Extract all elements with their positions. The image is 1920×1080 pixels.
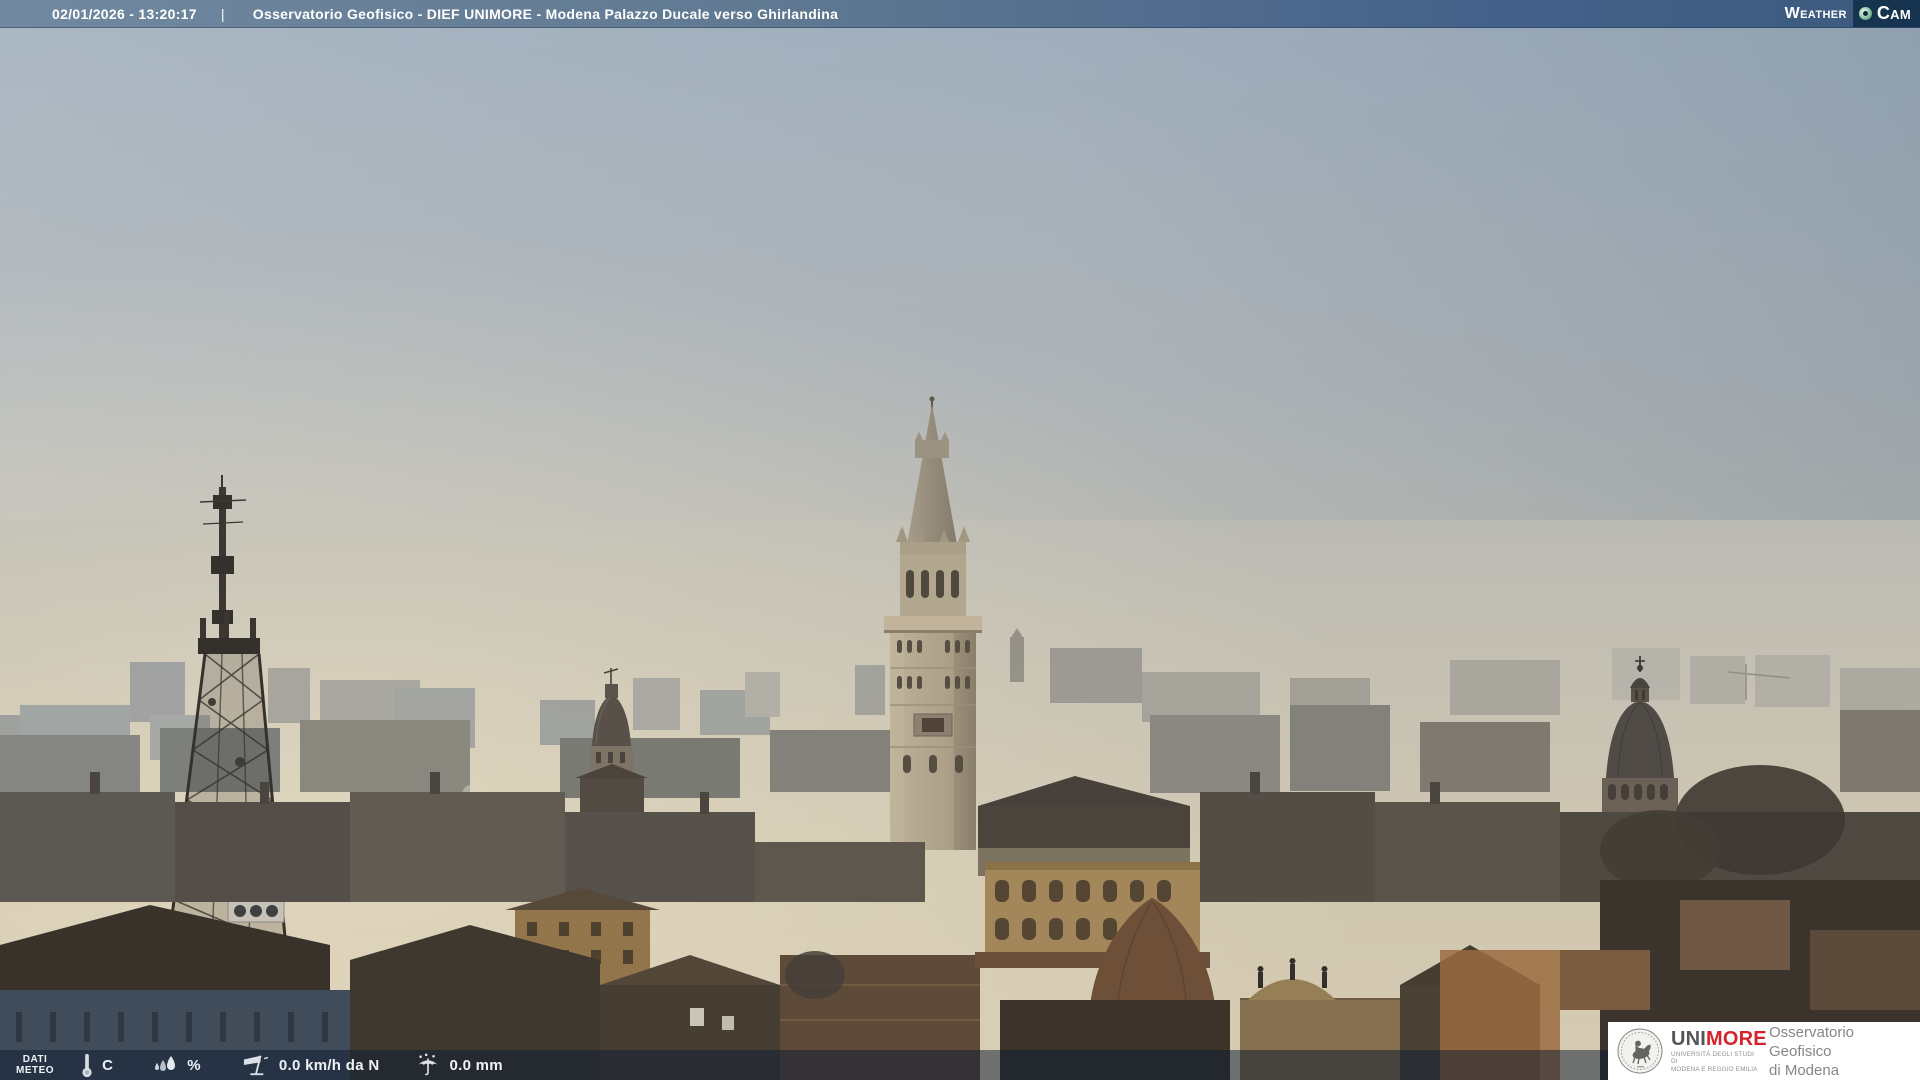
dati-label-line2: METEO	[16, 1064, 55, 1076]
unimore-seal-icon	[1617, 1028, 1663, 1074]
wind-value: 0.0 km/h da N	[278, 1056, 380, 1074]
temperature-reading: C	[80, 1052, 113, 1078]
temperature-value: C	[102, 1056, 114, 1074]
top-bar: 02/01/2026 - 13:20:17 | Osservatorio Geo…	[0, 0, 1920, 28]
unimore-wordmark: UNIMORE UNIVERSITÀ DEGLI STUDI DI MODENA…	[1671, 1027, 1767, 1074]
weathercam-cam-box: Cam	[1852, 0, 1920, 27]
observatory-name-line2: di Modena	[1769, 1061, 1840, 1079]
wind-reading: 0.0 km/h da N	[239, 1053, 380, 1077]
rain-reading: 0.0 mm	[415, 1053, 503, 1077]
unimore-more-text: MORE	[1706, 1027, 1767, 1050]
humidity-reading: %	[153, 1054, 201, 1076]
camera-lens-icon	[1858, 7, 1872, 20]
water-drops-icon	[155, 1056, 176, 1071]
observatory-name-line1: Osservatorio Geofisico	[1769, 1023, 1855, 1060]
weathercam-logo[interactable]: Weather Cam	[1785, 0, 1920, 27]
webcam-photo-modena-skyline	[0, 0, 1920, 1080]
unimore-subtitle-line2: MODENA E REGGIO EMILIA	[1671, 1065, 1758, 1073]
windsock-icon	[243, 1055, 268, 1076]
camera-title: Osservatorio Geofisico - DIEF UNIMORE - …	[252, 5, 839, 22]
camera-info: 02/01/2026 - 13:20:17 | Osservatorio Geo…	[52, 6, 838, 22]
webcam-viewer: 02/01/2026 - 13:20:17 | Osservatorio Geo…	[0, 0, 1920, 1080]
unimore-subtitle-line1: UNIVERSITÀ DEGLI STUDI DI	[1671, 1050, 1755, 1066]
weathercam-cam-label: Cam	[1876, 3, 1911, 23]
separator: |	[220, 5, 225, 22]
observatory-name: Osservatorio Geofisico di Modena	[1769, 1023, 1920, 1080]
unimore-logo[interactable]: UNIMORE UNIVERSITÀ DEGLI STUDI DI MODENA…	[1608, 1022, 1920, 1080]
rain-value: 0.0 mm	[449, 1056, 503, 1074]
weathercam-weather-label: Weather	[1784, 4, 1847, 22]
timestamp: 02/01/2026 - 13:20:17	[52, 5, 197, 22]
dati-meteo-label: DATI METEO	[16, 1053, 55, 1076]
humidity-value: %	[187, 1056, 201, 1074]
dati-label-line1: DATI	[22, 1053, 48, 1065]
thermometer-icon	[82, 1053, 92, 1078]
umbrella-icon	[418, 1053, 439, 1076]
unimore-uni-text: UNI	[1671, 1027, 1707, 1050]
